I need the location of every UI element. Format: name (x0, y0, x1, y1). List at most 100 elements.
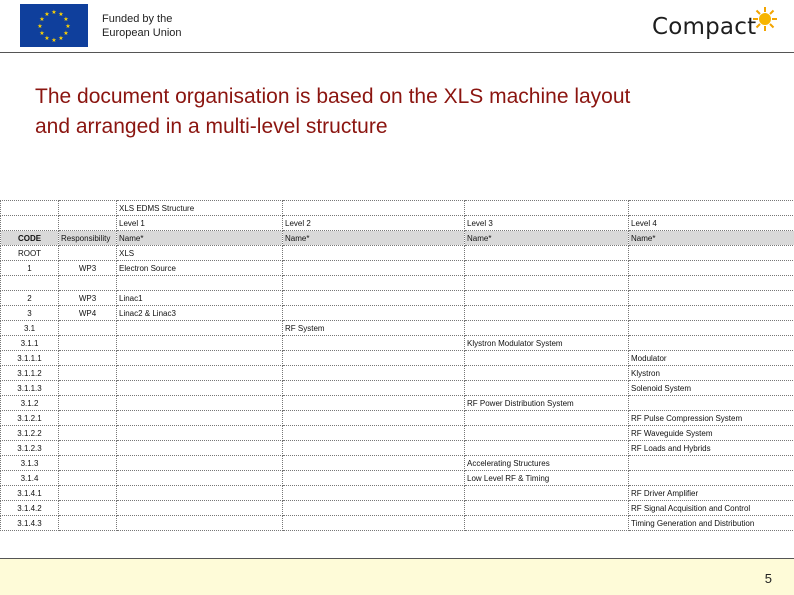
cell-level-2 (282, 395, 465, 411)
cell-responsibility (58, 275, 117, 291)
cell-code: 3.1.1.3 (0, 380, 59, 396)
cell-responsibility (58, 455, 117, 471)
cell-level-1 (116, 470, 283, 486)
cell-responsibility (58, 440, 117, 456)
table-body: ROOT XLS 1 WP3 Electron Source 2 WP3 Linac1 3 WP4… (0, 245, 794, 531)
cell-level-3 (464, 260, 629, 276)
cell-level-1 (116, 410, 283, 426)
funding-statement: Funded by the European Union (102, 12, 182, 40)
cell-level-4 (628, 245, 794, 261)
cell-level-1 (116, 485, 283, 501)
cell-level-3 (464, 350, 629, 366)
cell-level-2 (282, 245, 465, 261)
cell-code: 3.1.1.1 (0, 350, 59, 366)
table-row: 1 WP3 Electron Source (0, 260, 794, 276)
cell-level-1 (116, 380, 283, 396)
column-header-name-level-2: Name* (282, 230, 465, 246)
cell-level-4: RF Signal Acquisition and Control (628, 500, 794, 516)
cell-level-4: Klystron (628, 365, 794, 381)
cell-level-4: Timing Generation and Distribution (628, 515, 794, 531)
level-2-header: Level 2 (282, 215, 465, 231)
cell-responsibility (58, 410, 117, 426)
cell-level-2: RF System (282, 320, 465, 336)
cell-code: 3.1.2.2 (0, 425, 59, 441)
cell-level-2 (282, 380, 465, 396)
cell-level-1 (116, 395, 283, 411)
cell-level-4 (628, 290, 794, 306)
cell-responsibility (58, 320, 117, 336)
table-row: 3.1.4.1 RF Driver Amplifier (0, 485, 794, 501)
table-row: 3.1.2.1 RF Pulse Compression System (0, 410, 794, 426)
cell-responsibility (58, 425, 117, 441)
title-line-2: and arranged in a multi-level structure (35, 115, 388, 138)
table-row: 3.1.2.3 RF Loads and Hybrids (0, 440, 794, 456)
cell-responsibility (58, 515, 117, 531)
svg-text:★: ★ (51, 37, 56, 44)
cell-level-4: RF Loads and Hybrids (628, 440, 794, 456)
svg-text:★: ★ (37, 23, 42, 30)
cell-level-1 (116, 350, 283, 366)
cell-level-3 (464, 380, 629, 396)
level-4-header: Level 4 (628, 215, 794, 231)
cell-level-1 (116, 500, 283, 516)
table-row: 2 WP3 Linac1 (0, 290, 794, 306)
cell-level-1 (116, 455, 283, 471)
funded-line-1: Funded by the (102, 13, 173, 25)
cell-level-3 (464, 245, 629, 261)
cell-responsibility (58, 365, 117, 381)
table-row: 3.1 RF System (0, 320, 794, 336)
cell-level-2 (282, 500, 465, 516)
cell-responsibility (58, 335, 117, 351)
table-row: 3.1.2.2 RF Waveguide System (0, 425, 794, 441)
cell-code: 3.1.2.3 (0, 440, 59, 456)
cell-level-4 (628, 335, 794, 351)
header-divider (0, 52, 794, 53)
cell-code: 3.1.1 (0, 335, 59, 351)
eu-flag-icon: ★ ★ ★ ★ ★ ★ ★ ★ ★ ★ ★ ★ (20, 4, 88, 47)
cell-level-1 (116, 320, 283, 336)
table-row: ROOT XLS (0, 245, 794, 261)
level-header-row: Level 1 Level 2 Level 3 Level 4 (0, 215, 794, 231)
level-3-header: Level 3 (464, 215, 629, 231)
cell-code (0, 275, 59, 291)
cell-level-3 (464, 425, 629, 441)
cell-level-2 (282, 335, 465, 351)
cell-level-3: RF Power Distribution System (464, 395, 629, 411)
funded-line-2: European Union (102, 27, 182, 39)
cell-responsibility (58, 485, 117, 501)
page-number: 5 (764, 571, 772, 586)
cell-code: 2 (0, 290, 59, 306)
cell-level-1 (116, 365, 283, 381)
svg-text:★: ★ (65, 23, 70, 30)
cell-level-2 (282, 410, 465, 426)
cell-code: 1 (0, 260, 59, 276)
cell-code: 3 (0, 305, 59, 321)
cell-level-1 (116, 440, 283, 456)
cell-level-3 (464, 485, 629, 501)
table-row: 3.1.1.2 Klystron (0, 365, 794, 381)
column-header-name-level-4: Name* (628, 230, 794, 246)
cell-level-2 (282, 470, 465, 486)
cell-level-3 (464, 290, 629, 306)
cell-level-4 (628, 275, 794, 291)
cell-level-1: Linac1 (116, 290, 283, 306)
cell-level-3 (464, 440, 629, 456)
column-header-code: CODE (0, 230, 59, 246)
cell-responsibility (58, 380, 117, 396)
table-row: 3.1.3 Accelerating Structures (0, 455, 794, 471)
cell-responsibility (58, 395, 117, 411)
table-row: 3.1.4.3 Timing Generation and Distributio… (0, 515, 794, 531)
cell-level-4 (628, 470, 794, 486)
column-header-row: CODE Responsibility Name* Name* Name* Na… (0, 230, 794, 246)
cell-code: 3.1 (0, 320, 59, 336)
slide-title: The document organisation is based on th… (35, 82, 630, 142)
cell-level-4: Modulator (628, 350, 794, 366)
cell-level-4: Solenoid System (628, 380, 794, 396)
svg-text:★: ★ (63, 16, 68, 23)
cell-level-2 (282, 305, 465, 321)
table-row: 3.1.2 RF Power Distribution System (0, 395, 794, 411)
cell-responsibility (58, 350, 117, 366)
column-header-name-level-3: Name* (464, 230, 629, 246)
column-header-responsibility: Responsibility (58, 230, 117, 246)
logo-text: Compact (652, 14, 757, 40)
